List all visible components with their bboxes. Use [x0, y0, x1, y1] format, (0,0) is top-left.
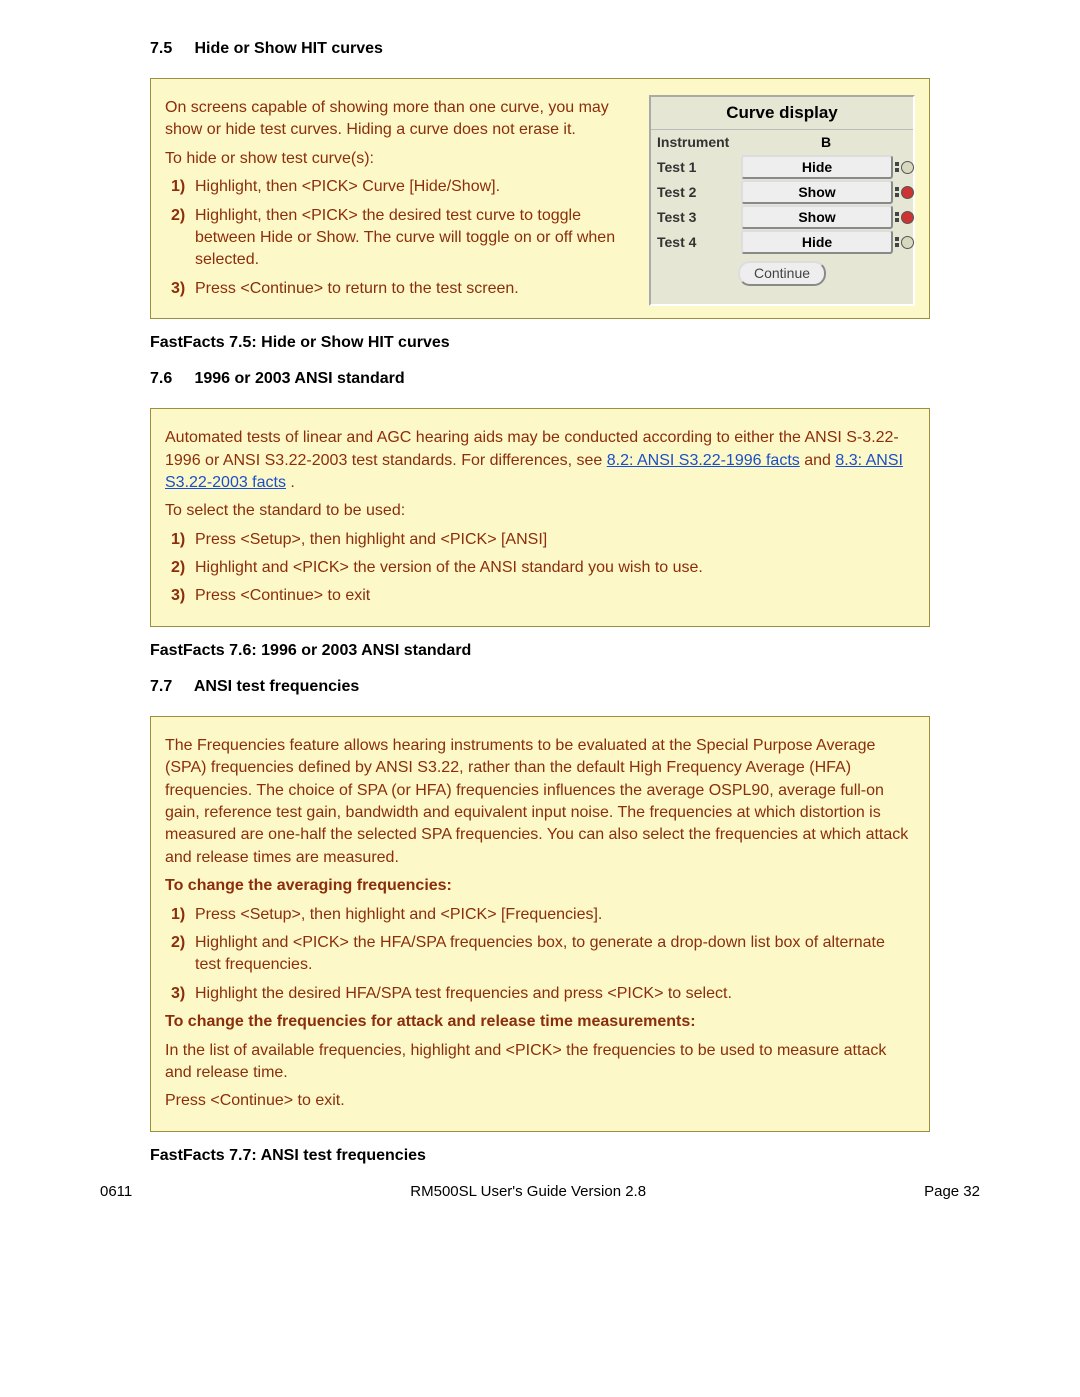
box77-sub1: To change the averaging frequencies:	[165, 875, 915, 897]
list-text: Highlight the desired HFA/SPA test frequ…	[195, 983, 915, 1005]
link-ansi-1996[interactable]: 8.2: ANSI S3.22-1996 facts	[607, 452, 800, 469]
list-item: 3)Press <Continue> to return to the test…	[165, 278, 639, 300]
fastfacts-7-5: FastFacts 7.5: Hide or Show HIT curves	[150, 334, 980, 352]
list-number: 2)	[171, 932, 195, 954]
list-text: Press <Setup>, then highlight and <PICK>…	[195, 904, 915, 926]
list-text: Press <Continue> to exit	[195, 585, 915, 607]
list-item: 2)Highlight, then <PICK> the desired tes…	[165, 205, 639, 272]
curve-test-row: Test 3Show	[651, 205, 913, 230]
page-footer: 0611 RM500SL User's Guide Version 2.8 Pa…	[100, 1183, 980, 1200]
list-text: Press <Setup>, then highlight and <PICK>…	[195, 529, 915, 551]
section-number: 7.5	[150, 40, 190, 58]
continue-button[interactable]: Continue	[738, 261, 826, 287]
list-item: 2)Highlight and <PICK> the version of th…	[165, 557, 915, 579]
box75-lead: To hide or show test curve(s):	[165, 148, 639, 170]
section-title: Hide or Show HIT curves	[194, 40, 382, 57]
footer-center: RM500SL User's Guide Version 2.8	[410, 1183, 646, 1200]
curve-display-title: Curve display	[651, 97, 913, 130]
curve-row-label: Test 4	[651, 233, 739, 253]
status-led	[895, 186, 913, 199]
list-item: 3)Highlight the desired HFA/SPA test fre…	[165, 983, 915, 1005]
curve-test-row: Test 1Hide	[651, 155, 913, 180]
list-number: 2)	[171, 205, 195, 227]
section-number: 7.7	[150, 678, 190, 696]
fastfacts-7-7: FastFacts 7.7: ANSI test frequencies	[150, 1147, 980, 1165]
list-text: Highlight and <PICK> the version of the …	[195, 557, 915, 579]
box77-sub2: To change the frequencies for attack and…	[165, 1011, 915, 1033]
status-led	[895, 236, 913, 249]
section-number: 7.6	[150, 370, 190, 388]
list-item: 2)Highlight and <PICK> the HFA/SPA frequ…	[165, 932, 915, 977]
box77-p2: In the list of available frequencies, hi…	[165, 1040, 915, 1085]
list-text: Highlight, then <PICK> the desired test …	[195, 205, 639, 272]
status-led	[895, 161, 913, 174]
list-number: 3)	[171, 983, 195, 1005]
box76-intro: Automated tests of linear and AGC hearin…	[165, 427, 915, 494]
hide-show-toggle[interactable]: Hide	[741, 230, 893, 254]
info-box-7-6: Automated tests of linear and AGC hearin…	[150, 408, 930, 627]
curve-display-panel: Curve display Instrument B Test 1HideTes…	[649, 95, 915, 306]
footer-left: 0611	[100, 1183, 132, 1200]
box76-lead: To select the standard to be used:	[165, 500, 915, 522]
curve-test-row: Test 4Hide	[651, 230, 913, 255]
box77-p3: Press <Continue> to exit.	[165, 1090, 915, 1112]
section-title: ANSI test frequencies	[194, 678, 359, 695]
curve-row-label: Test 2	[651, 183, 739, 203]
list-text: Highlight, then <PICK> Curve [Hide/Show]…	[195, 176, 639, 198]
section-heading-7-7: 7.7 ANSI test frequencies	[150, 678, 980, 696]
list-number: 3)	[171, 278, 195, 300]
curve-test-row: Test 2Show	[651, 180, 913, 205]
instrument-label: Instrument	[651, 133, 739, 153]
list-item: 3)Press <Continue> to exit	[165, 585, 915, 607]
list-number: 1)	[171, 529, 195, 551]
instrument-value: B	[739, 133, 913, 153]
list-item: 1)Press <Setup>, then highlight and <PIC…	[165, 529, 915, 551]
list-number: 1)	[171, 176, 195, 198]
list-number: 2)	[171, 557, 195, 579]
list-number: 3)	[171, 585, 195, 607]
hide-show-toggle[interactable]: Show	[741, 205, 893, 229]
box75-intro: On screens capable of showing more than …	[165, 97, 639, 142]
list-item: 1)Highlight, then <PICK> Curve [Hide/Sho…	[165, 176, 639, 198]
footer-right: Page 32	[924, 1183, 980, 1200]
list-item: 1)Press <Setup>, then highlight and <PIC…	[165, 904, 915, 926]
list-text: Press <Continue> to return to the test s…	[195, 278, 639, 300]
curve-row-label: Test 3	[651, 208, 739, 228]
curve-row-label: Test 1	[651, 158, 739, 178]
info-box-7-5: On screens capable of showing more than …	[150, 78, 930, 319]
box77-intro: The Frequencies feature allows hearing i…	[165, 735, 915, 869]
hide-show-toggle[interactable]: Hide	[741, 155, 893, 179]
section-title: 1996 or 2003 ANSI standard	[194, 370, 404, 387]
hide-show-toggle[interactable]: Show	[741, 180, 893, 204]
fastfacts-7-6: FastFacts 7.6: 1996 or 2003 ANSI standar…	[150, 642, 980, 660]
section-heading-7-5: 7.5 Hide or Show HIT curves	[150, 40, 980, 58]
list-text: Highlight and <PICK> the HFA/SPA frequen…	[195, 932, 915, 977]
section-heading-7-6: 7.6 1996 or 2003 ANSI standard	[150, 370, 980, 388]
info-box-7-7: The Frequencies feature allows hearing i…	[150, 716, 930, 1132]
list-number: 1)	[171, 904, 195, 926]
status-led	[895, 211, 913, 224]
